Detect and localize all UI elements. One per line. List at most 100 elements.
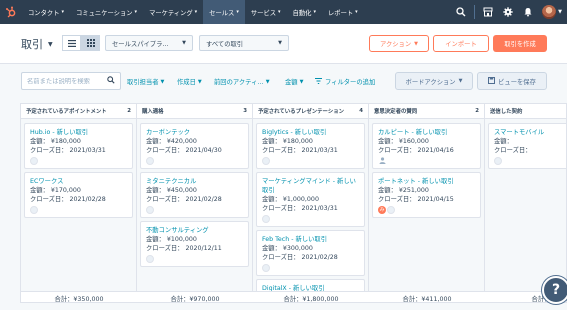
nav-item[interactable]: レポート ▾ — [322, 0, 364, 24]
deal-name-link[interactable]: カルピート - 新しい取引 — [378, 128, 475, 137]
create-deal-button[interactable]: 取引を作成 — [493, 35, 547, 52]
deal-close-date: クローズ日： 2021/03/31 — [30, 147, 106, 154]
deal-name-link[interactable]: Feb Tech - 新しい取引 — [262, 235, 359, 244]
deal-amount: 金額： ¥420,000 — [146, 138, 197, 145]
nav-item[interactable]: コンタクト ▾ — [22, 0, 70, 24]
column-title: 意思決定者の賛同 — [374, 109, 418, 115]
board-view-button[interactable] — [81, 35, 100, 51]
chevron-down-icon: ▼ — [278, 40, 282, 46]
deal-card[interactable]: Hub.io - 新しい取引 金額： ¥180,000 クローズ日： 2021/03… — [24, 123, 133, 169]
deal-board: 予定されているアポイントメント 2 Hub.io - 新しい取引 金額： ¥180,0… — [20, 103, 567, 303]
amount-filter-label: 金額 — [285, 79, 298, 86]
chevron-down-icon: ▼ — [414, 40, 419, 47]
hubspot-logo[interactable] — [0, 0, 22, 24]
save-view-button[interactable]: ビューを保存 — [477, 72, 547, 90]
deal-card[interactable]: スマートモバイル 金額： クローズ日： — [488, 123, 566, 169]
column-header: 予定されているアポイントメント 2 — [21, 104, 136, 119]
column-header: 意思決定者の賛同 2 — [369, 104, 484, 119]
page-header: 取引 ▼ セールスパイプラ… ▼ すべての取引 ▼ アクション ▼ インポート … — [0, 24, 567, 64]
object-switcher[interactable]: 取引 ▼ — [21, 36, 53, 52]
deal-name-link[interactable]: Hub.io - 新しい取引 — [30, 128, 127, 137]
deal-card[interactable]: マーケティングマインド - 新しい取引 金額： ¥1,000,000 クローズ日： … — [256, 172, 365, 227]
pipeline-select[interactable]: セールスパイプラ… ▼ — [105, 35, 193, 51]
save-view-label: ビューを保存 — [498, 78, 536, 86]
filter-icon — [315, 77, 322, 86]
chevron-down-icon: ▾ — [355, 9, 358, 15]
chevron-down-icon: ▼ — [558, 9, 562, 15]
deal-name-link[interactable]: ポートネット - 新しい取引 — [378, 177, 475, 186]
deal-card[interactable]: ミタニテクニカル 金額： ¥450,000 クローズ日： 2021/02/28 — [140, 172, 249, 218]
notifications-icon[interactable] — [518, 0, 538, 24]
deal-card[interactable]: 不動コンサルティング 金額： ¥100,000 クローズ日： 2020/12/11 — [140, 221, 249, 267]
deal-card[interactable]: カーボンテック 金額： ¥420,000 クローズ日： 2021/04/30 — [140, 123, 249, 169]
user-icon — [378, 157, 386, 165]
view-select[interactable]: すべての取引 ▼ — [199, 35, 289, 51]
search-box — [21, 72, 121, 90]
owner-avatar: み — [378, 205, 386, 214]
deal-owner-filter[interactable]: 取引担当者 ▼ — [127, 77, 164, 87]
chevron-down-icon: ▼ — [48, 40, 53, 48]
account-menu[interactable]: ▼ — [542, 5, 562, 19]
column-cards: Biglytics - 新しい取引 金額： ¥180,000 クローズ日： 2021… — [253, 119, 368, 302]
deal-card[interactable]: Biglytics - 新しい取引 金額： ¥180,000 クローズ日： 2021… — [256, 123, 365, 169]
help-button[interactable]: ? — [542, 276, 567, 304]
deal-card[interactable]: ECワークス 金額： ¥170,000 クローズ日： 2021/02/28 — [24, 172, 133, 218]
board-actions-button[interactable]: ボードアクション ▼ — [395, 72, 473, 90]
deal-close-date: クローズ日： 2020/12/11 — [146, 245, 222, 252]
deal-amount: 金額： ¥300,000 — [262, 245, 313, 252]
deal-amount: 金額： ¥170,000 — [30, 187, 81, 194]
amount-filter[interactable]: 金額 ▼ — [285, 77, 303, 87]
deal-name-link[interactable]: 不動コンサルティング — [146, 226, 243, 235]
list-view-button[interactable] — [62, 35, 81, 51]
card-footer: み — [378, 205, 475, 214]
deal-name-link[interactable]: ミタニテクニカル — [146, 177, 243, 186]
import-button[interactable]: インポート — [433, 35, 489, 52]
nav-item[interactable]: セールス ▾ — [203, 0, 245, 24]
last-activity-filter-label: 前回のアクティ… — [214, 79, 264, 86]
deal-name-link[interactable]: カーボンテック — [146, 128, 243, 137]
settings-icon[interactable] — [498, 0, 518, 24]
nav-item[interactable]: コミュニケーション ▾ — [70, 0, 143, 24]
add-filter-link[interactable]: フィルターの追加 — [315, 77, 375, 86]
column-cards: カルピート - 新しい取引 金額： ¥160,000 クローズ日： 2021/04/… — [369, 119, 484, 218]
column-cards: スマートモバイル 金額： クローズ日： — [485, 119, 566, 169]
deal-name-link[interactable]: ECワークス — [30, 177, 127, 186]
page-title: 取引 — [21, 38, 43, 51]
create-date-filter[interactable]: 作成日 ▼ — [177, 77, 202, 87]
marketplace-icon[interactable] — [478, 0, 498, 24]
actions-button[interactable]: アクション ▼ — [369, 35, 429, 52]
search-icon[interactable] — [451, 0, 471, 24]
contact-avatar — [30, 156, 38, 165]
last-activity-filter[interactable]: 前回のアクティ… ▼ — [214, 77, 270, 87]
deal-close-date: クローズ日： 2021/03/31 — [262, 147, 338, 154]
deal-card[interactable]: カルピート - 新しい取引 金額： ¥160,000 クローズ日： 2021/04/… — [372, 123, 481, 169]
chevron-down-icon: ▾ — [236, 9, 239, 15]
column-cards: Hub.io - 新しい取引 金額： ¥180,000 クローズ日： 2021/03… — [21, 119, 136, 218]
nav-item[interactable]: 自動化 ▾ — [287, 0, 322, 24]
card-footer — [30, 156, 127, 165]
board-column: 送信した契約 スマートモバイル 金額： クローズ日： 合計：¥ — [485, 104, 566, 302]
board-column: 購入適格 3 カーボンテック 金額： ¥420,000 クローズ日： 2021/04/3… — [137, 104, 253, 302]
nav-item[interactable]: マーケティング ▾ — [143, 0, 203, 24]
deal-name-link[interactable]: スマートモバイル — [494, 128, 566, 137]
nav-item[interactable]: サービス ▾ — [245, 0, 287, 24]
top-navigation: コンタクト ▾ コミュニケーション ▾ マーケティング ▾ セールス ▾ サービス ▾ 自動化 ▾ レポ… — [0, 0, 567, 24]
search-icon[interactable] — [107, 76, 115, 86]
deal-name-link[interactable]: Biglytics - 新しい取引 — [262, 128, 359, 137]
contact-avatar — [30, 205, 38, 214]
column-title: 予定されているアポイントメント — [26, 109, 107, 115]
card-footer — [146, 205, 243, 214]
deal-card[interactable]: ポートネット - 新しい取引 金額： ¥251,000 クローズ日： 2021/04… — [372, 172, 481, 218]
column-header: 予定されているプレゼンテーション 4 — [253, 104, 368, 119]
deal-amount: 金額： ¥180,000 — [262, 138, 313, 145]
column-cards: カーボンテック 金額： ¥420,000 クローズ日： 2021/04/30 ミタニテ… — [137, 119, 252, 267]
column-count: 2 — [127, 108, 131, 114]
deal-card[interactable]: Feb Tech - 新しい取引 金額： ¥300,000 クローズ日： 2021/… — [256, 230, 365, 276]
card-footer — [146, 156, 243, 165]
deal-amount: 金額： — [494, 138, 513, 145]
chevron-down-icon: ▾ — [313, 9, 316, 15]
deal-name-link[interactable]: マーケティングマインド - 新しい取引 — [262, 177, 359, 195]
search-input[interactable] — [27, 77, 107, 85]
board-actions-label: ボードアクション — [405, 78, 456, 86]
column-title: 送信した契約 — [490, 109, 523, 115]
